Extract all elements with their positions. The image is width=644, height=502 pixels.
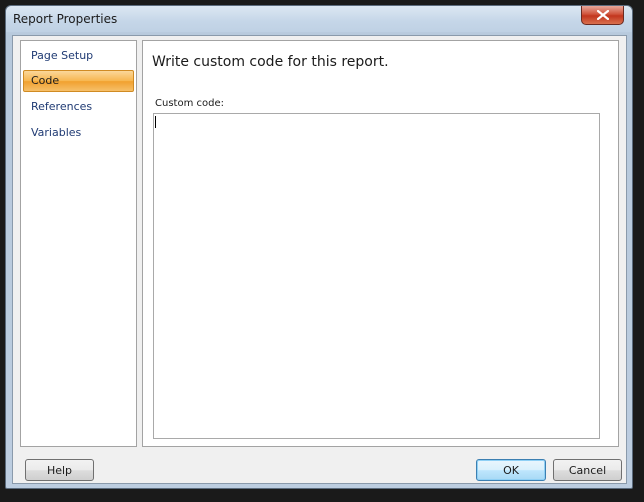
report-properties-dialog: Report Properties Page Setup Code Refere…: [5, 5, 633, 489]
ok-button[interactable]: OK: [476, 459, 546, 481]
close-button[interactable]: [581, 6, 624, 25]
navigation-panel: Page Setup Code References Variables: [20, 40, 137, 447]
help-button[interactable]: Help: [25, 459, 94, 481]
content-panel: Write custom code for this report. Custo…: [142, 40, 619, 447]
custom-code-textarea[interactable]: [153, 113, 600, 439]
close-x-icon: [596, 10, 609, 20]
dialog-client-area: Page Setup Code References Variables Wri…: [12, 35, 627, 484]
nav-item-variables[interactable]: Variables: [23, 122, 134, 144]
title-bar[interactable]: Report Properties: [6, 6, 632, 32]
window-title: Report Properties: [13, 12, 118, 26]
nav-item-code[interactable]: Code: [23, 70, 134, 92]
nav-item-references[interactable]: References: [23, 96, 134, 118]
nav-item-page-setup[interactable]: Page Setup: [23, 45, 134, 67]
custom-code-label: Custom code:: [155, 98, 224, 109]
page-heading: Write custom code for this report.: [152, 54, 389, 70]
cancel-button[interactable]: Cancel: [553, 459, 622, 481]
